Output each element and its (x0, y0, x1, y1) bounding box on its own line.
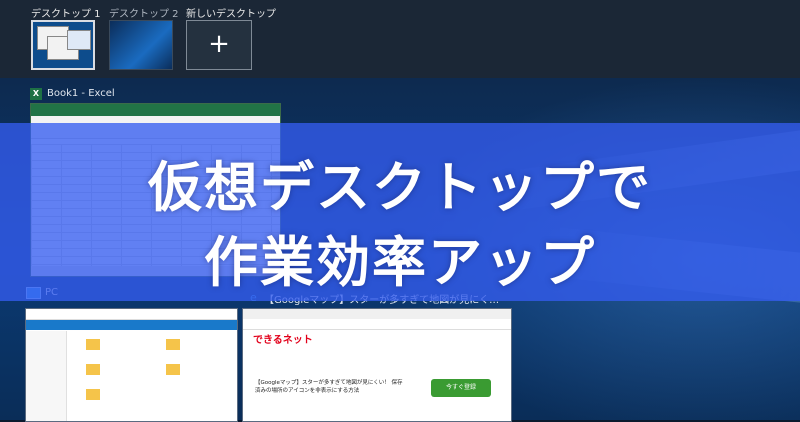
headline-line-1: 仮想デスクトップで (148, 156, 652, 219)
desktop-1-thumbnail[interactable] (31, 20, 95, 70)
explorer-title-bar (26, 309, 237, 320)
folder-icon (86, 339, 100, 350)
browser-tab-bar (243, 309, 511, 319)
desktop-1-label: デスクトップ 1 (31, 9, 101, 20)
headline-line-2: 作業効率アップ (204, 231, 596, 294)
folder-icon (86, 389, 100, 400)
new-desktop-label: 新しいデスクトップ (186, 9, 276, 20)
excel-window-title: Book1 - Excel (47, 88, 115, 99)
article-title: 【Googleマップ】スターが多すぎて地図が見にくい！ 保存済みの場所のアイコン… (255, 380, 403, 394)
explorer-ribbon (26, 320, 237, 330)
excel-icon: X (30, 88, 42, 100)
explorer-sidebar (26, 331, 67, 421)
desktop-2-thumbnail[interactable] (109, 20, 173, 70)
plus-icon: + (208, 29, 230, 59)
new-desktop-button[interactable]: + (186, 20, 252, 70)
site-logo: できるネット (253, 335, 313, 346)
desktop-2-label: デスクトップ 2 (109, 9, 179, 20)
pc-window-thumbnail[interactable] (25, 308, 238, 422)
folder-icon (86, 364, 100, 375)
mini-window (67, 30, 91, 50)
folder-icon (166, 339, 180, 350)
folder-icon (166, 364, 180, 375)
excel-title-bar (31, 104, 280, 116)
browser-window-thumbnail[interactable]: できるネット 【Googleマップ】スターが多すぎて地図が見にくい！ 保存済みの… (242, 308, 512, 422)
browser-address-bar (243, 319, 511, 330)
register-button: 今すぐ登録 (431, 379, 491, 397)
